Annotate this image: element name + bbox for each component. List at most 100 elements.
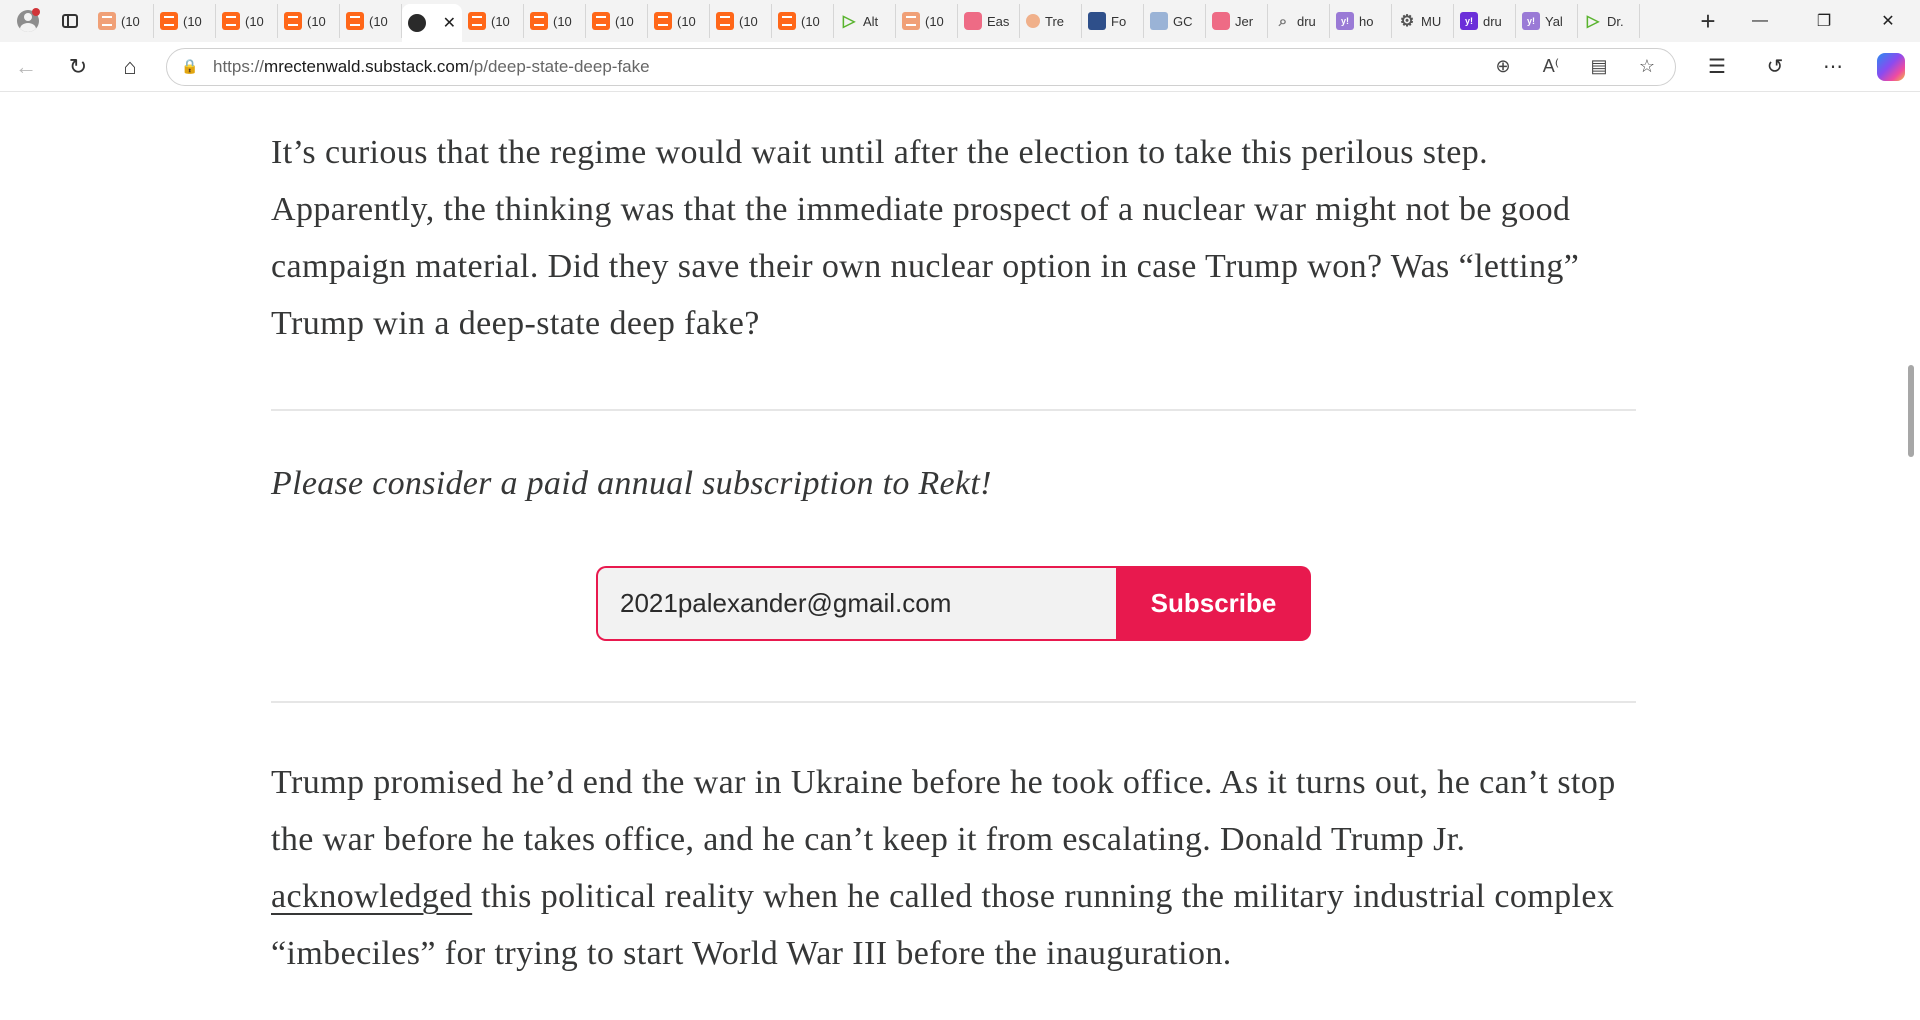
- substack-icon: [222, 12, 240, 30]
- paragraph-text: this political reality when he called th…: [271, 878, 1615, 972]
- tab[interactable]: (10: [462, 4, 524, 38]
- tab-label: Jer: [1235, 13, 1254, 29]
- close-tab-icon[interactable]: ✕: [443, 13, 456, 33]
- tab-label: (10: [615, 13, 634, 29]
- tab[interactable]: Eas: [958, 4, 1020, 38]
- tab[interactable]: (10: [524, 4, 586, 38]
- yahoo-faded-icon: y!: [1522, 12, 1540, 30]
- site-info-lock-icon[interactable]: 🔒: [181, 58, 203, 75]
- tab[interactable]: Fo: [1082, 4, 1144, 38]
- tab[interactable]: (10: [648, 4, 710, 38]
- substack-icon: [716, 12, 734, 30]
- tab-label: (10: [739, 13, 758, 29]
- url-text[interactable]: https://mrectenwald.substack.com/p/deep-…: [213, 57, 650, 77]
- tab-active[interactable]: ✕: [402, 4, 462, 42]
- subscribe-prompt: Please consider a paid annual subscripti…: [271, 465, 992, 502]
- tab[interactable]: (10: [586, 4, 648, 38]
- substack-icon: [592, 12, 610, 30]
- article-paragraph: Trump promised he’d end the war in Ukrai…: [271, 754, 1636, 982]
- tab-label: Tre: [1045, 13, 1065, 29]
- acknowledged-link[interactable]: acknowledged: [271, 878, 472, 915]
- substack-icon: [778, 12, 796, 30]
- tab[interactable]: GC: [1144, 4, 1206, 38]
- vertical-tabs-icon: [62, 14, 78, 28]
- history-icon[interactable]: ↺: [1748, 47, 1802, 87]
- tab-actions-button[interactable]: [48, 0, 92, 42]
- tab[interactable]: ⌕ dru: [1268, 4, 1330, 38]
- play-icon: ▷: [842, 13, 856, 30]
- scrollbar-thumb[interactable]: [1908, 365, 1914, 457]
- tab-label: (10: [925, 13, 944, 29]
- avatar-icon: [408, 14, 426, 32]
- immersive-reader-icon[interactable]: ▤: [1585, 53, 1613, 81]
- tab-label: (10: [491, 13, 510, 29]
- tab-label: (10: [307, 13, 326, 29]
- tab-label: dru: [1483, 13, 1502, 29]
- tab[interactable]: ▷ Dr.: [1578, 4, 1640, 38]
- tab[interactable]: (10: [710, 4, 772, 38]
- article-paragraph: It’s curious that the regime would wait …: [271, 134, 1580, 342]
- read-aloud-icon[interactable]: A⁽: [1537, 53, 1565, 81]
- tab-label: ho: [1359, 13, 1374, 29]
- circle-icon: [1026, 14, 1040, 28]
- back-button[interactable]: ←: [0, 47, 52, 87]
- copilot-button[interactable]: [1864, 47, 1918, 87]
- subscribe-button[interactable]: Subscribe: [1116, 566, 1311, 641]
- yahoo-icon: y!: [1460, 12, 1478, 30]
- favorites-icon[interactable]: ☰: [1690, 47, 1744, 87]
- home-button[interactable]: ⌂: [104, 47, 156, 87]
- tab[interactable]: y! Yal: [1516, 4, 1578, 38]
- refresh-button[interactable]: ↻: [52, 47, 104, 87]
- tab[interactable]: (10: [92, 4, 154, 38]
- notification-dot: [32, 8, 40, 16]
- divider: [271, 409, 1636, 411]
- yt-icon: [964, 12, 982, 30]
- tab-label: Yal: [1545, 13, 1563, 29]
- substack-icon: [468, 12, 486, 30]
- yt-icon: [1212, 12, 1230, 30]
- tab-label: (10: [121, 13, 140, 29]
- tab[interactable]: (10: [154, 4, 216, 38]
- restore-button[interactable]: ❐: [1792, 0, 1856, 42]
- minimize-button[interactable]: —: [1728, 0, 1792, 42]
- substack-icon: [160, 12, 178, 30]
- search-icon: ⌕: [1278, 12, 1288, 30]
- tab-label: (10: [183, 13, 202, 29]
- zoom-icon[interactable]: ⊕: [1489, 53, 1517, 81]
- tab[interactable]: (10: [216, 4, 278, 38]
- substack-icon: [284, 12, 302, 30]
- tab[interactable]: y! ho: [1330, 4, 1392, 38]
- tab[interactable]: (10: [278, 4, 340, 38]
- gc-icon: [1150, 12, 1168, 30]
- navigation-bar: ← ↻ ⌂ 🔒 https://mrectenwald.substack.com…: [0, 42, 1920, 92]
- tab-label: (10: [369, 13, 388, 29]
- new-tab-button[interactable]: +: [1688, 0, 1728, 42]
- tab-label: Fo: [1111, 13, 1127, 29]
- tab-list: (10 (10 (10 (10 (10 ✕ (10 (10 (10 (10 (10 (10 ▷ Alt (1…: [92, 0, 1688, 42]
- tab-label: (10: [677, 13, 696, 29]
- fox-icon: [1088, 12, 1106, 30]
- tab[interactable]: (10: [340, 4, 402, 38]
- window-controls: — ❐ ✕: [1728, 0, 1920, 42]
- tab-label: (10: [801, 13, 820, 29]
- address-bar[interactable]: 🔒 https://mrectenwald.substack.com/p/dee…: [166, 47, 1676, 86]
- email-input[interactable]: 2021palexander@gmail.com: [596, 566, 1116, 641]
- tab[interactable]: ▷ Alt: [834, 4, 896, 38]
- tab[interactable]: Jer: [1206, 4, 1268, 38]
- profile-button[interactable]: [8, 0, 48, 42]
- url-host: mrectenwald.substack.com: [264, 56, 470, 76]
- tab[interactable]: (10: [772, 4, 834, 38]
- subscribe-form: 2021palexander@gmail.com Subscribe: [596, 566, 1311, 641]
- tab[interactable]: Tre: [1020, 4, 1082, 38]
- close-window-button[interactable]: ✕: [1856, 0, 1920, 42]
- page-content: It’s curious that the regime would wait …: [0, 93, 1920, 1020]
- more-menu-icon[interactable]: ⋯: [1806, 47, 1860, 87]
- copilot-icon: [1877, 52, 1905, 81]
- substack-icon: [654, 12, 672, 30]
- favorite-star-icon[interactable]: ☆: [1633, 53, 1661, 81]
- tab-label: (10: [245, 13, 264, 29]
- tab-label: (10: [553, 13, 572, 29]
- tab[interactable]: y! dru: [1454, 4, 1516, 38]
- tab[interactable]: ⚙ MU: [1392, 4, 1454, 38]
- tab[interactable]: (10: [896, 4, 958, 38]
